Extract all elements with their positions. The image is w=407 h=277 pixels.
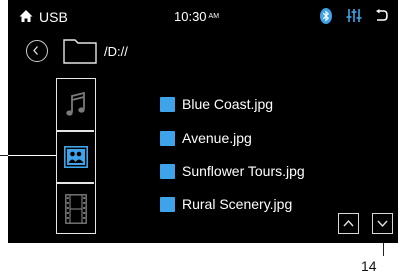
folder-icon: [63, 39, 97, 64]
file-name: Blue Coast.jpg: [182, 96, 274, 112]
clock-ampm: AM: [208, 13, 220, 20]
chevron-up-icon: [343, 219, 354, 227]
music-tab[interactable]: [57, 80, 94, 130]
chevron-down-icon: [377, 220, 388, 228]
media-type-panel: [56, 78, 96, 234]
head-unit-screen: USB 10:30 AM /D:// Blue Coast.jpg Avenue…: [8, 0, 398, 243]
equalizer-icon[interactable]: [346, 8, 362, 23]
scroll-up-button[interactable]: [338, 213, 359, 234]
scroll-down-button[interactable]: [372, 213, 393, 234]
callout-line-left: [8, 155, 56, 156]
photo-icon: [63, 146, 88, 168]
source-label: USB: [39, 9, 68, 25]
image-file-icon: [160, 97, 175, 112]
status-bar: USB 10:30 AM: [8, 0, 398, 30]
callout-line-left-outer: [0, 155, 8, 156]
image-file-icon: [160, 164, 175, 179]
back-arrow-icon[interactable]: [374, 9, 388, 22]
file-name: Rural Scenery.jpg: [182, 196, 293, 212]
photo-tab[interactable]: [57, 132, 94, 182]
film-icon: [64, 194, 87, 224]
image-file-icon: [160, 131, 175, 146]
file-name: Sunflower Tours.jpg: [182, 163, 305, 179]
circle-back-icon[interactable]: [26, 40, 48, 62]
music-note-icon: [65, 92, 85, 116]
bluetooth-icon[interactable]: [320, 8, 332, 24]
file-name: Avenue.jpg: [182, 130, 252, 146]
callout-number: 14: [361, 258, 377, 274]
clock: 10:30 AM: [174, 9, 219, 25]
clock-time: 10:30: [174, 9, 207, 24]
image-file-icon: [160, 197, 175, 212]
callout-line-14: [383, 243, 384, 256]
current-path: /D://: [104, 44, 128, 59]
video-tab[interactable]: [57, 184, 94, 234]
home-icon[interactable]: [19, 9, 33, 23]
